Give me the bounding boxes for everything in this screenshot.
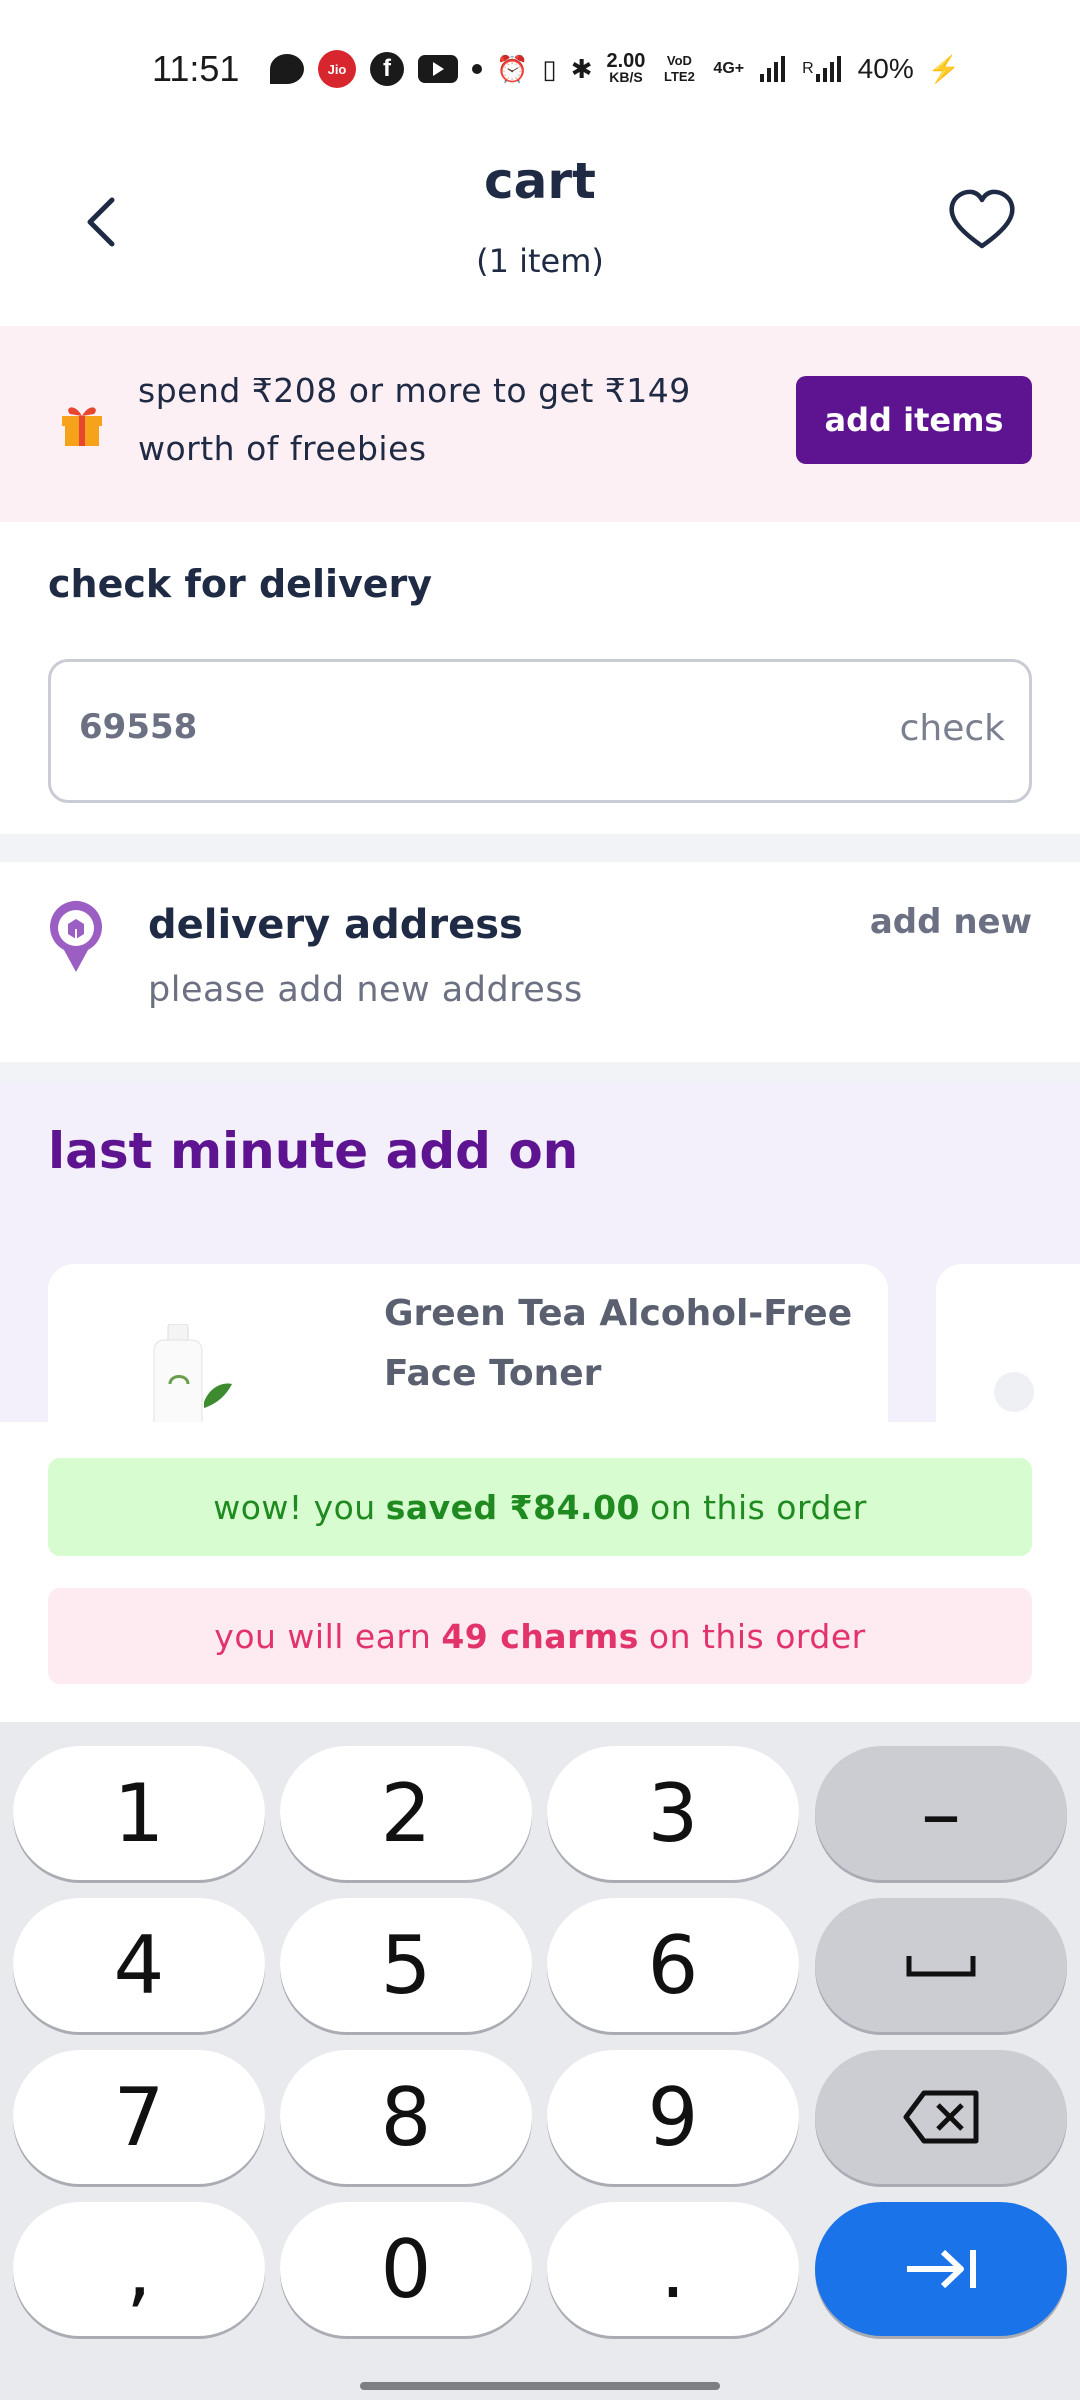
charging-icon: ⚡ [927,53,961,84]
savings-amount: saved ₹84.00 [385,1487,640,1527]
charms-banner: you will earn 49 charms on this order [48,1588,1032,1684]
section-divider [0,1062,1080,1082]
status-icons: Jio f ⏰ ▯ ✱ 2.00 KB/S VoD LTE2 4G+ R 40%… [270,50,960,88]
key-7[interactable]: 7 [13,2050,265,2184]
key-comma[interactable]: , [13,2202,265,2336]
space-icon [906,1956,976,1977]
charms-prefix: you will earn [214,1616,432,1656]
backspace-icon [903,2090,979,2144]
location-pin-icon [50,900,102,972]
product-card[interactable] [936,1264,1080,1422]
product-image [994,1372,1034,1412]
key-0[interactable]: 0 [280,2202,532,2336]
vibrate-icon: ▯ [542,53,557,84]
status-time: 11:51 [152,48,240,89]
net-speed-value: 2.00 [606,50,646,72]
facebook-icon: f [370,52,404,86]
savings-area: wow! you saved ₹84.00 on this order you … [0,1422,1080,1722]
section-divider [0,834,1080,862]
check-button[interactable]: check [900,708,1005,749]
savings-banner: wow! you saved ₹84.00 on this order [48,1458,1032,1556]
charms-suffix: on this order [648,1616,866,1656]
charms-amount: 49 charms [441,1616,639,1656]
freebie-text: spend ₹208 or more to get ₹149 worth of … [138,371,691,468]
savings-prefix: wow! you [213,1487,376,1527]
net-speed: 2.00 KB/S [606,50,646,85]
toner-bottle-image [153,1324,232,1422]
key-space[interactable] [815,1898,1067,2032]
roaming-label: R [802,60,814,77]
key-dash[interactable]: – [815,1746,1067,1880]
add-new-address-link[interactable]: add new [870,902,1032,942]
heart-icon[interactable] [946,188,1018,252]
jio-icon: Jio [318,50,356,88]
delivery-address-hint: please add new address [148,970,583,1010]
key-next[interactable] [815,2202,1067,2336]
gift-icon [62,407,102,446]
key-3[interactable]: 3 [547,1746,799,1880]
key-2[interactable]: 2 [280,1746,532,1880]
key-period[interactable]: . [547,2202,799,2336]
product-card[interactable]: Green Tea Alcohol-Free Face Toner [48,1264,888,1422]
status-bar: 11:51 Jio f ⏰ ▯ ✱ 2.00 KB/S VoD LTE2 4G+… [0,0,1080,132]
page-title: cart [484,152,596,210]
key-9[interactable]: 9 [547,2050,799,2184]
tab-arrow-icon [907,2249,976,2289]
key-1[interactable]: 1 [13,1746,265,1880]
network-type: 4G+ [713,60,744,78]
delivery-check-title: check for delivery [48,562,433,606]
key-backspace[interactable] [815,2050,1067,2184]
delivery-address-section: delivery address please add new address … [0,862,1080,1062]
key-8[interactable]: 8 [280,2050,532,2184]
notification-dot-icon [472,64,482,74]
pincode-field[interactable]: check [48,659,1032,803]
roaming-signal-icon: R [802,54,844,84]
key-4[interactable]: 4 [13,1898,265,2032]
numeric-keyboard: 1 2 3 – 4 5 6 7 8 9 , 0 . [0,1722,1080,2400]
pincode-input[interactable] [79,707,779,747]
freebie-banner: spend ₹208 or more to get ₹149 worth of … [0,326,1080,522]
add-items-button[interactable]: add items [796,376,1032,464]
battery-level: 40% [857,53,914,84]
signal-icon [758,54,788,84]
chat-bubble-icon [270,54,304,84]
product-name: Green Tea Alcohol-Free Face Toner [384,1293,853,1394]
item-count: (1 item) [476,242,604,280]
savings-suffix: on this order [650,1487,867,1527]
network-type-label: 4G+ [713,60,745,77]
addon-title: last minute add on [48,1122,579,1180]
youtube-icon [418,55,458,83]
volte-badge: VoD LTE2 [664,53,695,84]
alarm-icon: ⏰ [496,53,529,84]
delivery-address-title: delivery address [148,902,523,948]
net-speed-unit: KB/S [609,69,643,85]
cart-header: cart (1 item) [0,132,1080,326]
key-6[interactable]: 6 [547,1898,799,2032]
key-5[interactable]: 5 [280,1898,532,2032]
last-minute-addon-section: last minute add on Green Tea Alcohol-Fre… [0,1082,1080,1422]
home-indicator[interactable] [360,2382,720,2390]
bluetooth-icon: ✱ [570,53,593,84]
delivery-check-section: check for delivery check [0,522,1080,834]
